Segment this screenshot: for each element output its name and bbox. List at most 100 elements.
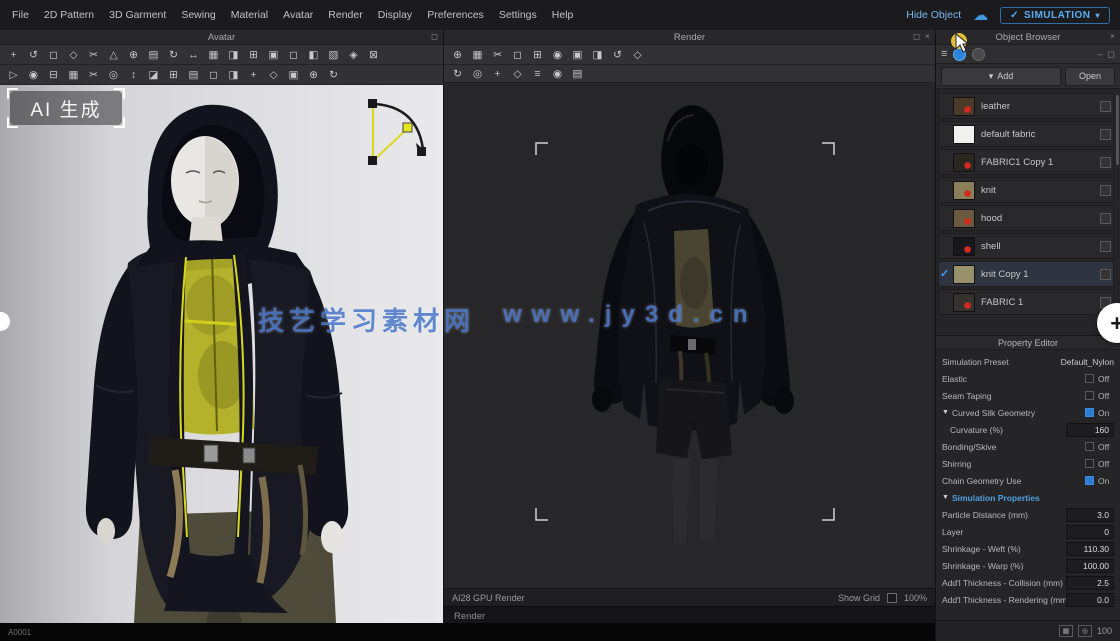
property-row-bonding[interactable]: Bonding/Skive Off [936,438,1120,455]
open-button[interactable]: Open [1065,67,1115,86]
property-row-curvature[interactable]: Curvature (%) 160 [936,421,1120,438]
seam-taping-checkbox[interactable] [1085,391,1094,400]
tool-icon[interactable]: ◉ [549,47,566,62]
shrinkage-warp-input[interactable]: 100.00 [1066,559,1114,573]
curvature-input[interactable]: 160 [1066,423,1114,437]
menu-item-help[interactable]: Help [552,9,574,21]
grid-view-icon[interactable]: ▦ [1059,625,1073,637]
tool-icon[interactable]: ⊞ [245,47,262,62]
object-row-shell[interactable]: shell [938,233,1114,259]
tool-icon[interactable]: ↔ [185,47,202,62]
visibility-toggle-icon[interactable] [1100,101,1111,112]
thickness-collision-input[interactable]: 2.5 [1066,576,1114,590]
tool-icon[interactable]: + [245,67,262,82]
fabric-thumbnail[interactable] [953,265,975,284]
tool-icon[interactable]: ▧ [325,47,342,62]
menu-item-sewing[interactable]: Sewing [181,9,215,21]
property-row-chain-geometry[interactable]: Chain Geometry Use On [936,472,1120,489]
object-row-fabric1[interactable]: FABRIC 1 [938,289,1114,315]
render-viewport[interactable] [444,83,935,588]
tool-icon[interactable]: ◎ [105,67,122,82]
tool-icon[interactable]: ◻ [45,47,62,62]
tool-icon[interactable]: ↺ [25,47,42,62]
visibility-toggle-icon[interactable] [1100,157,1111,168]
tool-icon[interactable]: ◈ [345,47,362,62]
close-icon[interactable]: × [925,31,930,42]
tool-icon[interactable]: ▣ [569,47,586,62]
fabric-thumbnail[interactable] [953,209,975,228]
tool-icon[interactable]: ≡ [529,66,546,81]
tool-icon[interactable]: ◨ [225,47,242,62]
visibility-toggle-icon[interactable] [1100,185,1111,196]
tool-icon[interactable]: ⊟ [45,67,62,82]
tool-icon[interactable]: ▤ [185,67,202,82]
property-row-layer[interactable]: Layer 0 [936,523,1120,540]
tool-icon[interactable]: ✂ [489,47,506,62]
tool-icon[interactable]: ↻ [449,66,466,81]
tool-icon[interactable]: ◇ [629,47,646,62]
simulation-mode-dropdown[interactable]: ✓ SIMULATION ▾ [1000,7,1110,24]
object-row-leather[interactable]: leather [938,93,1114,119]
chain-geometry-checkbox[interactable] [1085,476,1094,485]
cloud-icon[interactable]: ☁ [973,8,988,23]
tool-icon[interactable]: ↺ [609,47,626,62]
bonding-checkbox[interactable] [1085,442,1094,451]
property-row-shrinkage-weft[interactable]: Shrinkage - Weft (%) 110.30 [936,540,1120,557]
particle-distance-input[interactable]: 3.0 [1066,508,1114,522]
scrollbar[interactable] [1116,95,1119,165]
tool-icon[interactable]: ▦ [205,47,222,62]
tool-icon[interactable]: + [489,66,506,81]
curved-silk-checkbox[interactable] [1085,408,1094,417]
tool-icon[interactable]: ⊕ [305,67,322,82]
fabric-thumbnail[interactable] [953,181,975,200]
property-row-thickness-collision[interactable]: Add'l Thickness - Collision (mm) 2.5 [936,574,1120,591]
tool-icon[interactable]: ◉ [25,67,42,82]
object-row-hood[interactable]: hood [938,205,1114,231]
tool-icon[interactable]: ◪ [145,67,162,82]
tool-icon[interactable]: ↕ [125,67,142,82]
render-garment[interactable] [444,83,935,588]
property-row-shrinkage-warp[interactable]: Shrinkage - Warp (%) 100.00 [936,557,1120,574]
expand-arrow-icon[interactable]: ▼ [942,494,949,501]
tool-icon[interactable]: ▦ [469,47,486,62]
property-section-simulation[interactable]: ▼ Simulation Properties [936,489,1120,506]
tool-icon[interactable]: ◻ [285,47,302,62]
property-row-elastic[interactable]: Elastic Off [936,370,1120,387]
tool-icon[interactable]: ↻ [325,67,342,82]
tool-icon[interactable]: ◉ [549,66,566,81]
menu-item-render[interactable]: Render [328,9,362,21]
menu-item-material[interactable]: Material [231,9,268,21]
object-row-knit[interactable]: knit [938,177,1114,203]
tool-icon[interactable]: △ [105,47,122,62]
tool-icon[interactable]: ⊕ [125,47,142,62]
zoom-icon[interactable]: ◎ [1078,625,1092,637]
menu-item-file[interactable]: File [12,9,29,21]
visibility-toggle-icon[interactable] [1100,129,1111,140]
tab-fabric-icon[interactable] [972,48,985,61]
tool-icon[interactable]: ◎ [469,66,486,81]
tool-icon[interactable]: ✂ [85,47,102,62]
property-row-shirring[interactable]: Shirring Off [936,455,1120,472]
panel-options-icon[interactable]: ◻ [913,31,920,42]
minimize-icon[interactable]: – [1098,49,1103,60]
property-row-thickness-rendering[interactable]: Add'l Thickness - Rendering (mm) 0.0 [936,591,1120,608]
tool-icon[interactable]: ▤ [145,47,162,62]
visibility-toggle-icon[interactable] [1100,241,1111,252]
tool-icon[interactable]: ◇ [65,47,82,62]
layer-input[interactable]: 0 [1066,525,1114,539]
object-row-knit-copy1[interactable]: ✓ knit Copy 1 [938,261,1114,287]
tool-icon[interactable]: ◇ [265,67,282,82]
expand-arrow-icon[interactable]: ▼ [942,409,949,416]
tool-icon[interactable]: ◻ [205,67,222,82]
tool-icon[interactable]: ◇ [509,66,526,81]
rotation-gizmo[interactable] [363,91,435,171]
fabric-thumbnail[interactable] [953,153,975,172]
fabric-thumbnail[interactable] [953,293,975,312]
tool-icon[interactable]: ◧ [305,47,322,62]
tool-icon[interactable]: ⊠ [365,47,382,62]
object-row-fabric1-copy1[interactable]: FABRIC1 Copy 1 [938,149,1114,175]
tool-icon[interactable]: ▦ [65,67,82,82]
fabric-thumbnail[interactable] [953,125,975,144]
fabric-thumbnail[interactable] [953,97,975,116]
tool-icon[interactable]: ⊕ [449,47,466,62]
